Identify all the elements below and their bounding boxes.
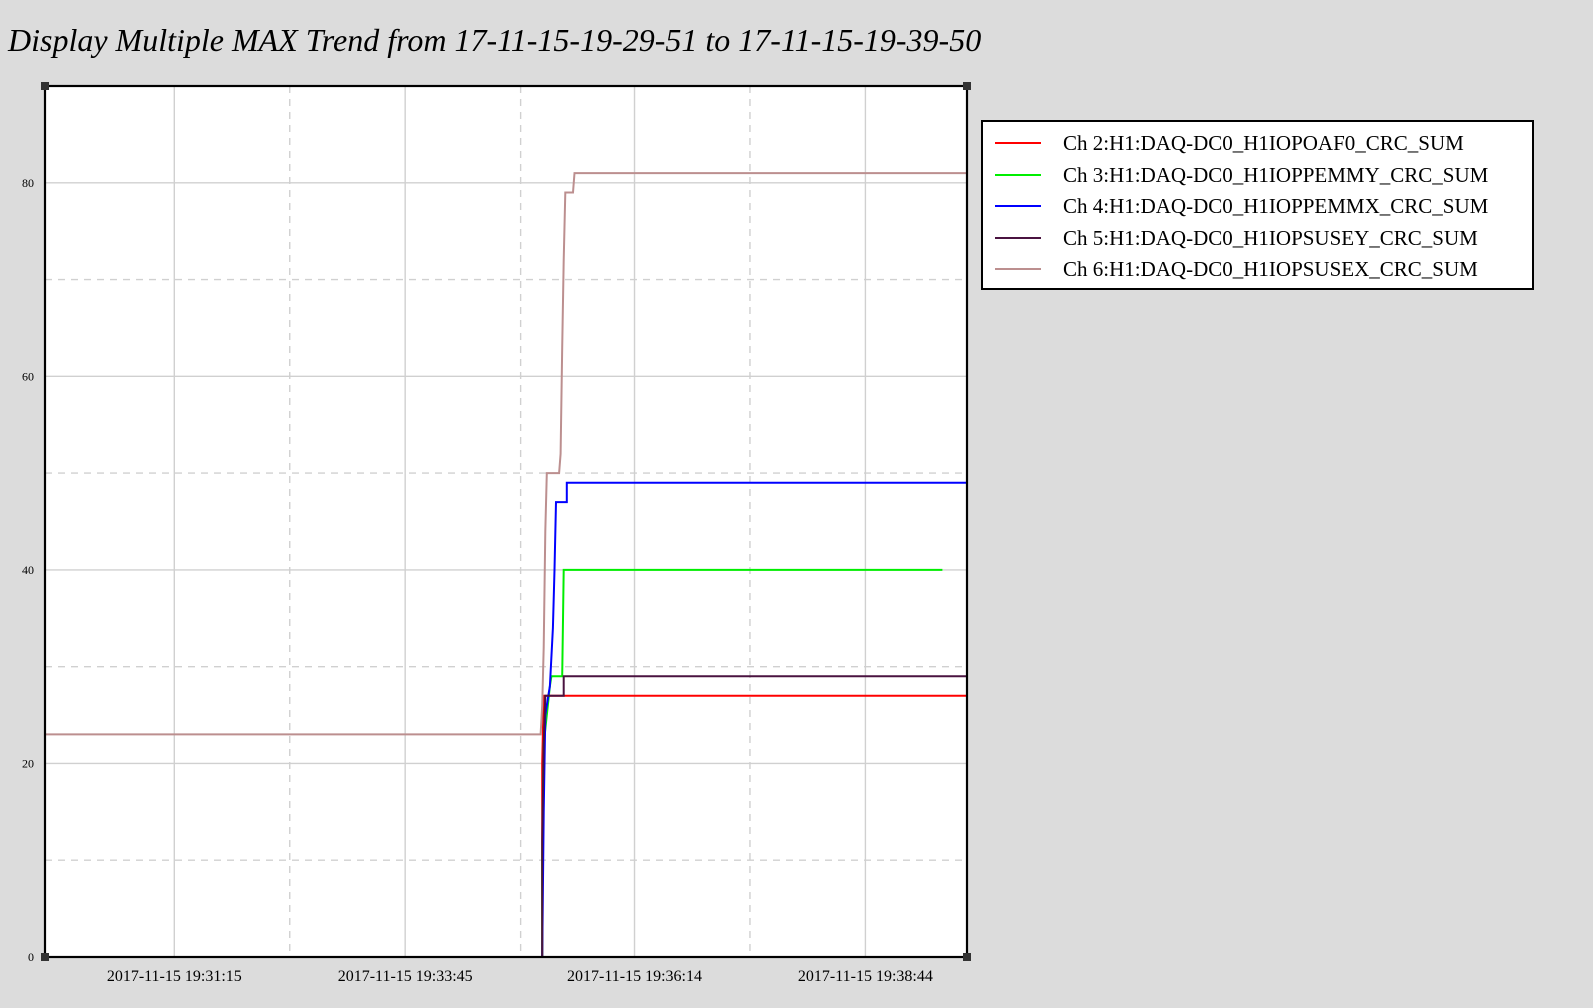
legend-item: Ch 3:H1:DAQ-DC0_H1IOPPEMMY_CRC_SUM	[983, 162, 1532, 194]
legend-label: Ch 5:H1:DAQ-DC0_H1IOPSUSEY_CRC_SUM	[1063, 225, 1478, 250]
corner-handle	[41, 953, 49, 961]
legend-item: Ch 4:H1:DAQ-DC0_H1IOPPEMMX_CRC_SUM	[983, 193, 1532, 225]
legend-swatch	[995, 236, 1041, 239]
x-tick-label: 2017-11-15 19:33:45	[338, 968, 473, 985]
plot-area	[45, 86, 967, 957]
legend-label: Ch 2:H1:DAQ-DC0_H1IOPOAF0_CRC_SUM	[1063, 131, 1464, 155]
legend-swatch	[995, 205, 1041, 207]
legend-swatch	[995, 142, 1041, 144]
legend-item: Ch 6:H1:DAQ-DC0_H1IOPSUSEX_CRC_SUM	[983, 256, 1532, 288]
y-tick-label: 20	[22, 756, 34, 770]
x-tick-label: 2017-11-15 19:31:15	[107, 968, 242, 985]
y-tick-label: 40	[22, 563, 34, 577]
corner-handle	[963, 953, 971, 961]
legend-label: Ch 3:H1:DAQ-DC0_H1IOPPEMMY_CRC_SUM	[1063, 162, 1489, 187]
legend-swatch	[995, 173, 1041, 176]
y-tick-label: 60	[22, 369, 34, 383]
legend-label: Ch 4:H1:DAQ-DC0_H1IOPPEMMX_CRC_SUM	[1063, 194, 1489, 218]
x-tick-label: 2017-11-15 19:38:44	[798, 968, 933, 985]
legend-item: Ch 2:H1:DAQ-DC0_H1IOPOAF0_CRC_SUM	[983, 130, 1532, 162]
legend-item: Ch 5:H1:DAQ-DC0_H1IOPSUSEY_CRC_SUM	[983, 225, 1532, 257]
corner-handle	[41, 82, 49, 90]
y-tick-label: 80	[22, 176, 34, 190]
chart-legend: Ch 2:H1:DAQ-DC0_H1IOPOAF0_CRC_SUM Ch 3:H1…	[981, 120, 1534, 290]
legend-label: Ch 6:H1:DAQ-DC0_H1IOPSUSEX_CRC_SUM	[1063, 257, 1478, 281]
legend-swatch	[995, 268, 1041, 270]
corner-handle	[963, 82, 971, 90]
y-tick-label: 0	[28, 950, 34, 964]
x-tick-label: 2017-11-15 19:36:14	[567, 968, 702, 985]
